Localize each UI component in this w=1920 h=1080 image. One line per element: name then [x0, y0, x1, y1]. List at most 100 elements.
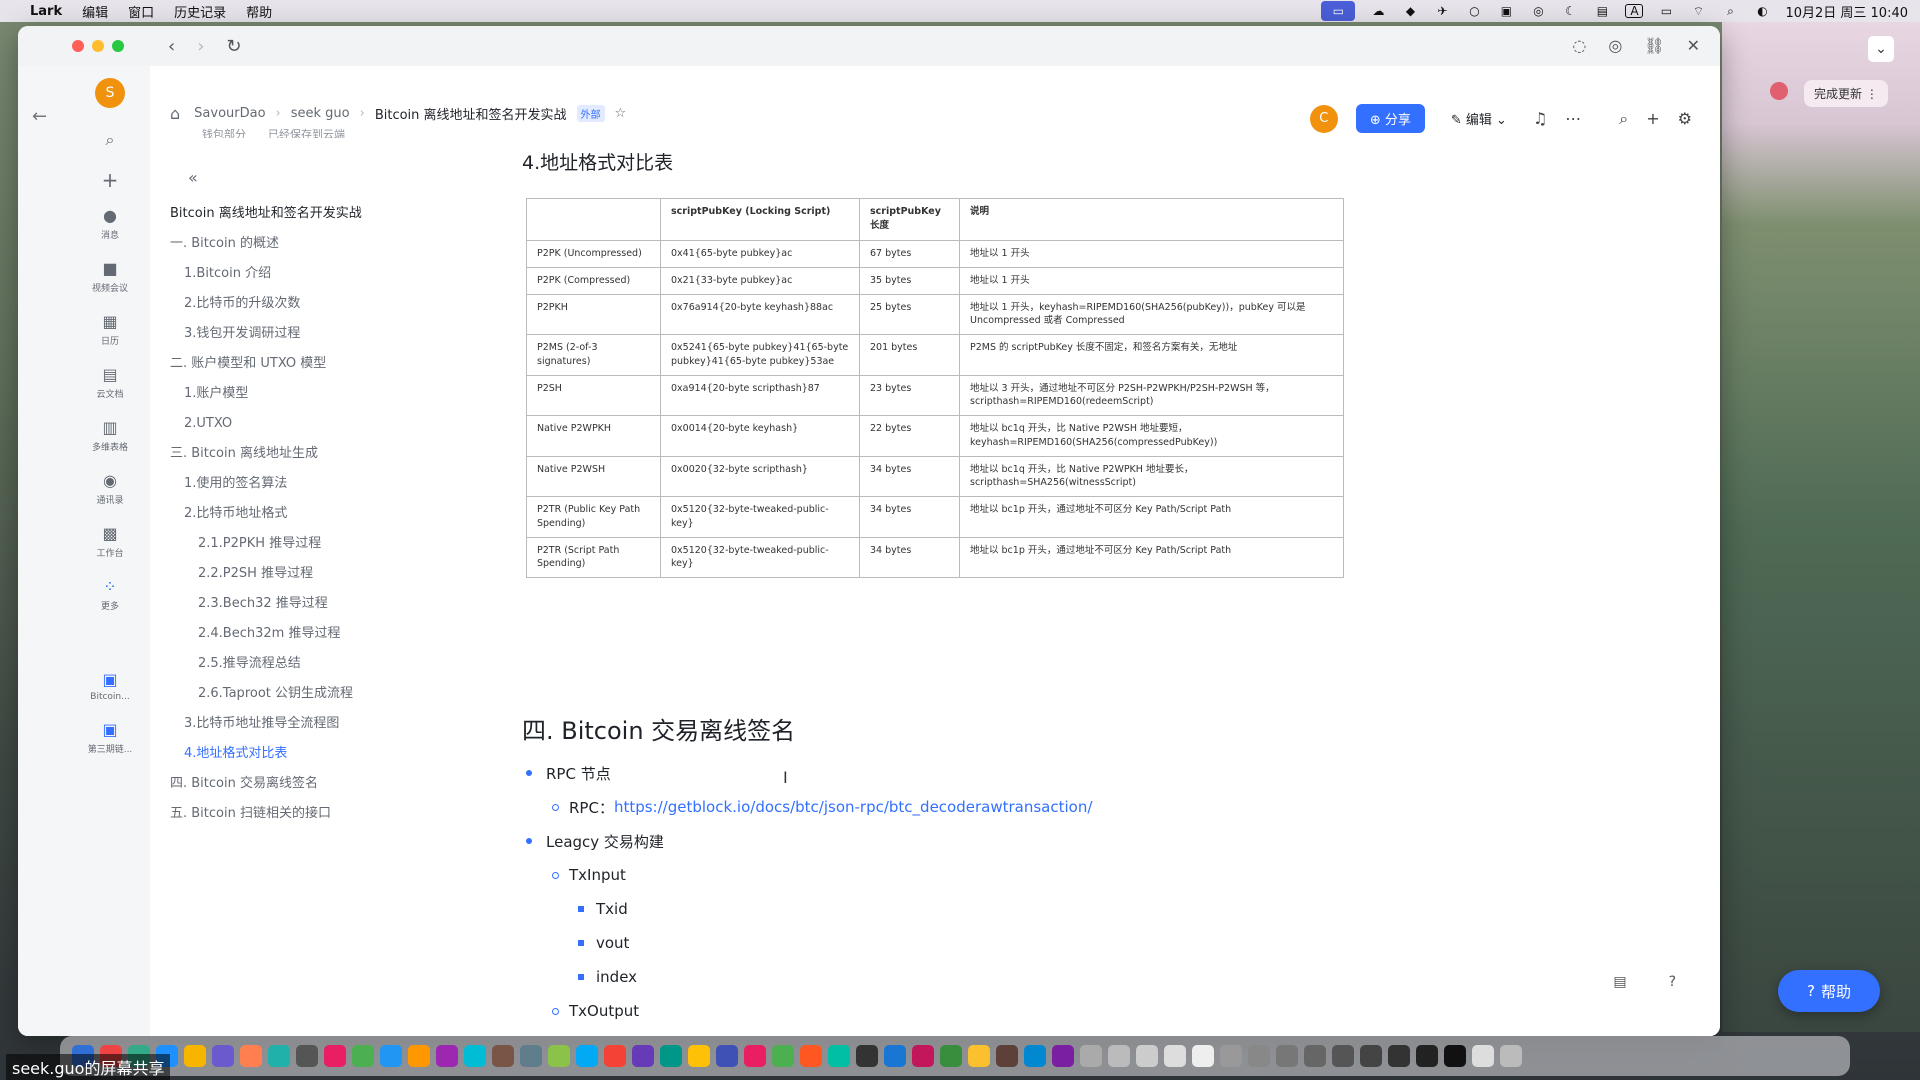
dock-app-icon[interactable]	[1472, 1045, 1494, 1067]
toc-item[interactable]: 2.5.推导流程总结	[170, 649, 430, 679]
avatar[interactable]	[1770, 82, 1788, 100]
add-button[interactable]: +	[75, 168, 145, 192]
input-method-icon[interactable]: A	[1625, 4, 1644, 18]
control-center-icon[interactable]: ◐	[1753, 4, 1771, 18]
help-circle-icon[interactable]: ?	[1669, 974, 1676, 990]
back-icon[interactable]: ‹	[168, 36, 175, 57]
dock-app-icon[interactable]	[1444, 1045, 1466, 1067]
minimize-window-button[interactable]	[92, 40, 104, 52]
home-icon[interactable]: ⌂	[170, 104, 180, 123]
toc-item[interactable]: 2.比特币地址格式	[170, 499, 430, 529]
plus-icon[interactable]: +	[1646, 109, 1659, 128]
tray-app-icon[interactable]: ▣	[1497, 4, 1515, 18]
dock-app-icon[interactable]	[464, 1045, 486, 1067]
rail-item-third-doc[interactable]: ▣ 第三期链...	[75, 720, 145, 755]
dock-app-icon[interactable]	[380, 1045, 402, 1067]
dock-app-icon[interactable]	[268, 1045, 290, 1067]
dock-app-icon[interactable]	[1192, 1045, 1214, 1067]
more-icon[interactable]: ⋯	[1565, 109, 1581, 128]
dock-app-icon[interactable]	[1304, 1045, 1326, 1067]
dock-app-icon[interactable]	[324, 1045, 346, 1067]
dock-app-icon[interactable]	[1416, 1045, 1438, 1067]
rail-item-workplace[interactable]: ▩ 工作台	[75, 524, 145, 559]
dock-app-icon[interactable]	[856, 1045, 878, 1067]
toc-item[interactable]: 2.1.P2PKH 推导过程	[170, 529, 430, 559]
dock-app-icon[interactable]	[1080, 1045, 1102, 1067]
dock-app-icon[interactable]	[1108, 1045, 1130, 1067]
tray-app-icon[interactable]: ☁	[1369, 4, 1387, 18]
battery-icon[interactable]: ▭	[1657, 4, 1675, 18]
rail-item-bitcoin-doc[interactable]: ▣ Bitcoin...	[75, 670, 145, 702]
dock-app-icon[interactable]	[660, 1045, 682, 1067]
toc-item[interactable]: 二. 账户模型和 UTXO 模型	[170, 349, 430, 379]
doc-title[interactable]: Bitcoin 离线地址和签名开发实战	[375, 104, 567, 123]
dock-app-icon[interactable]	[352, 1045, 374, 1067]
dock-app-icon[interactable]	[604, 1045, 626, 1067]
avatar[interactable]: C	[1309, 104, 1338, 133]
dock-app-icon[interactable]	[1136, 1045, 1158, 1067]
dock-app-icon[interactable]	[1052, 1045, 1074, 1067]
toc-item[interactable]: 3.比特币地址推导全流程图	[170, 709, 430, 739]
rail-item-contacts[interactable]: ◉ 通讯录	[75, 471, 145, 506]
tray-app-icon[interactable]: ▤	[1593, 4, 1611, 18]
edit-mode-dropdown[interactable]: ✎ 编辑 ⌄	[1443, 104, 1515, 133]
toc-item[interactable]: 一. Bitcoin 的概述	[170, 229, 430, 259]
dock-app-icon[interactable]	[1276, 1045, 1298, 1067]
compass-icon[interactable]: ◎	[1608, 36, 1622, 55]
dock-app-icon[interactable]	[800, 1045, 822, 1067]
toc-item[interactable]: 2.UTXO	[170, 409, 430, 439]
toc-item[interactable]: 五. Bitcoin 扫链相关的接口	[170, 799, 430, 829]
close-icon[interactable]: ✕	[1687, 36, 1700, 55]
toc-item[interactable]: 4.地址格式对比表	[170, 739, 430, 769]
close-window-button[interactable]	[72, 40, 84, 52]
toc-item[interactable]: 1.使用的签名算法	[170, 469, 430, 499]
fullscreen-window-button[interactable]	[112, 40, 124, 52]
toc-item[interactable]: 2.3.Bech32 推导过程	[170, 589, 430, 619]
dock-app-icon[interactable]	[716, 1045, 738, 1067]
toc-item[interactable]: 2.6.Taproot 公钥生成流程	[170, 679, 430, 709]
send-icon[interactable]: ✈	[1433, 4, 1451, 18]
dock-app-icon[interactable]	[548, 1045, 570, 1067]
dock-app-icon[interactable]	[408, 1045, 430, 1067]
bell-icon[interactable]: ♫	[1533, 109, 1547, 128]
dock-app-icon[interactable]	[1332, 1045, 1354, 1067]
dock-app-icon[interactable]	[884, 1045, 906, 1067]
dock-app-icon[interactable]	[240, 1045, 262, 1067]
breadcrumb-item[interactable]: seek guo	[291, 106, 350, 121]
dock-app-icon[interactable]	[1024, 1045, 1046, 1067]
dock-app-icon[interactable]	[212, 1045, 234, 1067]
dock-app-icon[interactable]	[492, 1045, 514, 1067]
avatar[interactable]: S	[95, 78, 125, 108]
toc-item[interactable]: 2.2.P2SH 推导过程	[170, 559, 430, 589]
dock-app-icon[interactable]	[772, 1045, 794, 1067]
arrow-left-icon[interactable]: ←	[32, 106, 47, 127]
rail-item-video[interactable]: ■ 视频会议	[75, 259, 145, 294]
dock-app-icon[interactable]	[1248, 1045, 1270, 1067]
help-button[interactable]: ? 帮助	[1778, 970, 1880, 1012]
menu-edit[interactable]: 编辑	[82, 2, 108, 21]
chevron-down-icon[interactable]: ⌄	[1868, 36, 1894, 62]
dock-app-icon[interactable]	[996, 1045, 1018, 1067]
tray-app-icon[interactable]: ◆	[1401, 4, 1419, 18]
search-icon[interactable]: ⌕	[1721, 4, 1739, 18]
moon-icon[interactable]: ☾	[1561, 4, 1579, 18]
toc-item[interactable]: 1.Bitcoin 介绍	[170, 259, 430, 289]
dock-app-icon[interactable]	[744, 1045, 766, 1067]
wifi-icon[interactable]: ⌔	[1689, 4, 1707, 18]
dock-app-icon[interactable]	[184, 1045, 206, 1067]
dock-app-icon[interactable]	[912, 1045, 934, 1067]
rpc-link[interactable]: https://getblock.io/docs/btc/json-rpc/bt…	[614, 798, 1092, 816]
star-icon[interactable]: ☆	[615, 106, 627, 121]
dock-app-icon[interactable]	[940, 1045, 962, 1067]
dock-app-icon[interactable]	[1164, 1045, 1186, 1067]
dock-app-icon[interactable]	[688, 1045, 710, 1067]
dock-app-icon[interactable]	[1220, 1045, 1242, 1067]
toc-item[interactable]: Bitcoin 离线地址和签名开发实战	[170, 199, 430, 229]
dock-app-icon[interactable]	[296, 1045, 318, 1067]
toc-item[interactable]: 三. Bitcoin 离线地址生成	[170, 439, 430, 469]
rail-item-base[interactable]: ▥ 多维表格	[75, 418, 145, 453]
menu-window[interactable]: 窗口	[128, 2, 154, 21]
toc-item[interactable]: 四. Bitcoin 交易离线签名	[170, 769, 430, 799]
share-button[interactable]: ⊕ 分享	[1355, 104, 1425, 133]
gear-icon[interactable]: ⚙	[1678, 109, 1692, 128]
